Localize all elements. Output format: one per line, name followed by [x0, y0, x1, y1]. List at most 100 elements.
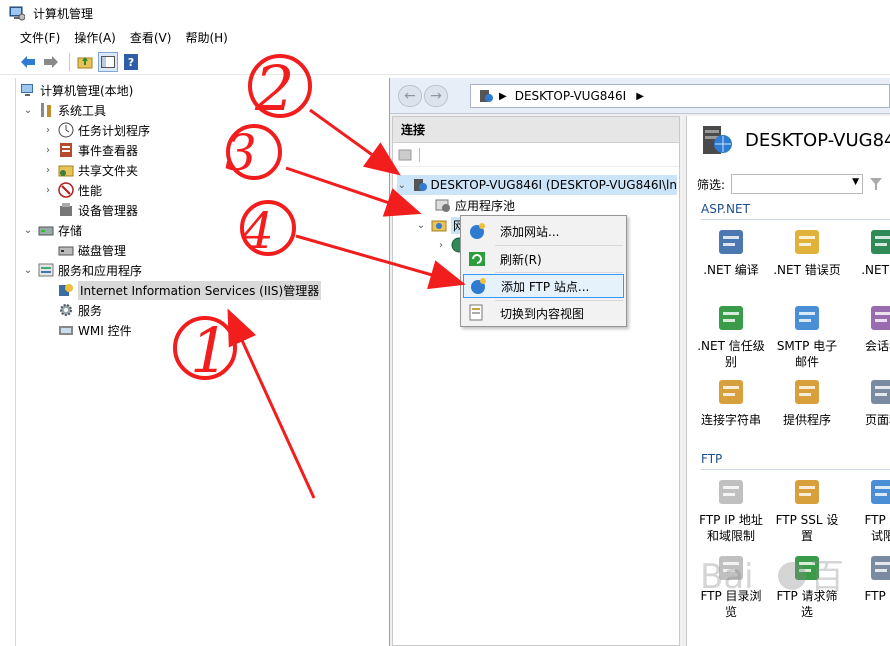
ftp-feature-label: FTP 日	[864, 589, 890, 603]
tree-item-system-tools[interactable]: ⌄ 系统工具	[22, 100, 106, 120]
ftp-feature-label: 览	[724, 605, 737, 619]
add-ftp-icon	[469, 277, 491, 295]
connection-server[interactable]: ⌄ DESKTOP-VUG846I (DESKTOP-VUG846I\ln	[397, 175, 677, 195]
chevron-right-icon[interactable]: ›	[435, 239, 447, 251]
tree-item-storage[interactable]: ⌄ 存储	[22, 220, 82, 240]
aspnet-feature-5[interactable]: 会话状	[845, 302, 890, 354]
aspnet-feature-1[interactable]: .NET 错误页	[769, 226, 845, 278]
console-tree: 计算机管理(本地) ⌄ 系统工具 › 任务计划程序 › 事件查看器 › 共享文件…	[15, 78, 390, 646]
group-divider	[701, 219, 890, 220]
aspnet-feature-3[interactable]: .NET 信任级别	[693, 302, 769, 370]
filter-input[interactable]: ▼	[731, 174, 864, 194]
tree-item-services[interactable]: 服务	[58, 300, 102, 320]
menu-item-add-ftp-site[interactable]: 添加 FTP 站点...	[463, 274, 624, 298]
shared-folder-icon	[58, 162, 74, 178]
tree-item-disk-management[interactable]: 磁盘管理	[58, 240, 126, 260]
nav-forward-button[interactable]: →	[424, 85, 448, 107]
nav-back-button[interactable]: ←	[398, 85, 422, 107]
connect-icon[interactable]	[397, 147, 413, 163]
chevron-down-icon[interactable]: ⌄	[397, 179, 407, 191]
toolbar: ?	[0, 49, 890, 75]
tree-item-root[interactable]: 计算机管理(本地)	[20, 80, 133, 100]
back-arrow-icon[interactable]	[18, 52, 38, 72]
aspnet-feature-label: 邮件	[794, 355, 819, 369]
chevron-right-icon[interactable]: ›	[42, 164, 54, 176]
chevron-right-icon[interactable]: ▶	[636, 91, 644, 102]
aspnet-feature-label: 别	[724, 355, 737, 369]
server-large-icon	[697, 122, 733, 158]
ftp-feature-icon	[791, 552, 823, 584]
connection-app-pools[interactable]: 应用程序池	[435, 195, 515, 215]
ftp-feature-label: 选	[800, 605, 813, 619]
tree-item-wmi[interactable]: WMI 控件	[58, 320, 132, 340]
tree-item-shared-folders[interactable]: › 共享文件夹	[42, 160, 138, 180]
context-menu: 添加网站... 刷新(R) 添加 FTP 站点... 切换到内容视图	[460, 215, 627, 327]
services-apps-icon	[38, 262, 54, 278]
ftp-feature-label: 试限	[870, 529, 890, 543]
chevron-right-icon[interactable]: ›	[42, 144, 54, 156]
help-icon[interactable]: ?	[121, 52, 141, 72]
aspnet-feature-icon	[715, 302, 747, 334]
tree-item-services-apps[interactable]: ⌄ 服务和应用程序	[22, 260, 142, 280]
chevron-right-icon[interactable]: ›	[42, 184, 54, 196]
menu-bar: 文件(F) 操作(A) 查看(V) 帮助(H)	[0, 26, 890, 48]
ftp-feature-icon	[715, 476, 747, 508]
device-manager-icon	[58, 202, 74, 218]
show-hide-tree-icon[interactable]	[98, 51, 118, 72]
aspnet-feature-6[interactable]: 连接字符串	[693, 376, 769, 428]
funnel-icon[interactable]	[869, 177, 883, 191]
menu-action[interactable]: 操作(A)	[74, 29, 116, 46]
aspnet-feature-0[interactable]: .NET 编译	[693, 226, 769, 278]
chevron-down-icon[interactable]: ⌄	[22, 224, 34, 236]
ftp-feature-0[interactable]: FTP IP 地址 和域限制	[693, 476, 769, 544]
aspnet-feature-2[interactable]: .NET 全	[845, 226, 890, 278]
aspnet-feature-label: .NET 编译	[703, 263, 759, 277]
tree-item-performance[interactable]: › 性能	[42, 180, 102, 200]
aspnet-feature-icon	[867, 302, 890, 334]
menu-item-add-website[interactable]: 添加网站...	[463, 219, 624, 243]
ftp-feature-4[interactable]: FTP 请求筛选	[769, 552, 845, 620]
tree-item-iis-manager[interactable]: Internet Information Services (IIS)管理器	[58, 280, 322, 300]
ftp-feature-2[interactable]: FTP 登试限	[845, 476, 890, 544]
ftp-feature-1[interactable]: FTP SSL 设置	[769, 476, 845, 544]
aspnet-feature-icon	[715, 226, 747, 258]
aspnet-feature-4[interactable]: SMTP 电子 邮件	[769, 302, 845, 370]
window-title: 计算机管理	[33, 6, 94, 21]
chevron-down-icon[interactable]: ▼	[852, 177, 859, 187]
chevron-right-icon[interactable]: ›	[42, 124, 54, 136]
ftp-feature-icon	[715, 552, 747, 584]
tree-item-task-scheduler[interactable]: › 任务计划程序	[42, 120, 150, 140]
computer-management-icon	[9, 5, 26, 21]
ftp-feature-3[interactable]: FTP 目录浏览	[693, 552, 769, 620]
clock-icon	[58, 122, 74, 138]
tree-item-event-viewer[interactable]: › 事件查看器	[42, 140, 138, 160]
forward-arrow-icon[interactable]	[41, 52, 61, 72]
app-pool-icon	[435, 197, 451, 213]
aspnet-feature-label: 会话状	[864, 339, 890, 353]
menu-item-refresh[interactable]: 刷新(R)	[463, 247, 624, 271]
connections-header: 连接	[393, 117, 679, 143]
disk-icon	[58, 242, 74, 258]
aspnet-feature-8[interactable]: 页面和	[845, 376, 890, 428]
aspnet-feature-label: .NET 全	[861, 263, 890, 277]
add-website-icon	[468, 222, 490, 240]
chevron-down-icon[interactable]: ⌄	[22, 264, 34, 276]
up-folder-icon[interactable]	[75, 52, 95, 72]
aspnet-feature-7[interactable]: 提供程序	[769, 376, 845, 428]
address-path: DESKTOP-VUG846I	[514, 89, 627, 103]
address-box[interactable]: ▶ DESKTOP-VUG846I ▶	[470, 84, 890, 108]
aspnet-feature-icon	[715, 376, 747, 408]
menu-item-switch-content-view[interactable]: 切换到内容视图	[463, 301, 624, 325]
chevron-down-icon[interactable]: ⌄	[415, 219, 427, 231]
tree-item-device-manager[interactable]: 设备管理器	[58, 200, 138, 220]
features-title: DESKTOP-VUG84	[697, 122, 890, 158]
menu-view[interactable]: 查看(V)	[130, 29, 172, 46]
ftp-feature-icon	[867, 476, 890, 508]
menu-help[interactable]: 帮助(H)	[185, 29, 227, 46]
ftp-feature-5[interactable]: FTP 日	[845, 552, 890, 604]
ftp-feature-icon	[791, 476, 823, 508]
aspnet-feature-icon	[867, 226, 890, 258]
content-view-icon	[468, 304, 490, 322]
chevron-down-icon[interactable]: ⌄	[22, 104, 34, 116]
menu-file[interactable]: 文件(F)	[20, 29, 60, 46]
